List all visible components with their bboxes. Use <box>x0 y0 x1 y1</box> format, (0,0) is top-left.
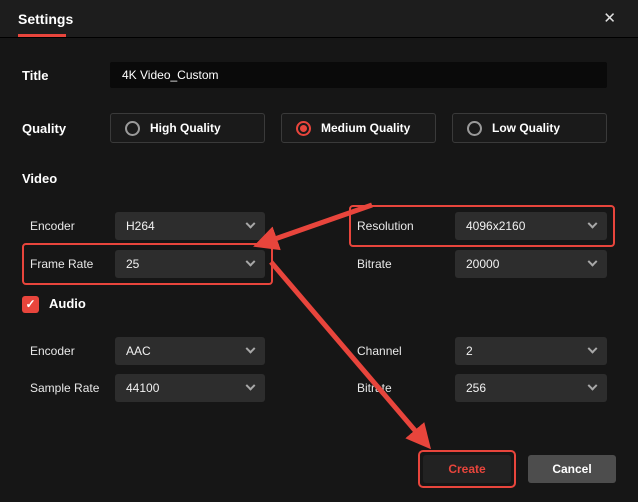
chevron-down-icon <box>587 343 598 354</box>
audio-bitrate-field: Bitrate 256 <box>357 374 607 402</box>
chevron-down-icon <box>245 218 256 229</box>
sample-rate-select[interactable]: 44100 <box>115 374 265 402</box>
audio-section-label: Audio <box>49 296 86 311</box>
create-button-highlight: Create <box>418 450 516 488</box>
create-button[interactable]: Create <box>423 455 511 483</box>
radio-selected-icon <box>296 120 311 136</box>
chevron-down-icon <box>245 343 256 354</box>
titlebar: Settings ✕ <box>0 0 638 38</box>
audio-section-row: ✓ Audio <box>0 295 638 313</box>
channel-select[interactable]: 2 <box>455 337 607 365</box>
audio-checkbox[interactable]: ✓ <box>22 295 39 313</box>
video-bitrate-value: 20000 <box>466 257 500 271</box>
video-encoder-label: Encoder <box>30 219 75 233</box>
title-field-label: Title <box>22 67 49 83</box>
close-icon[interactable]: ✕ <box>599 7 620 30</box>
audio-encoder-value: AAC <box>126 344 151 358</box>
title-input[interactable] <box>110 62 607 88</box>
audio-encoder-select[interactable]: AAC <box>115 337 265 365</box>
radio-label: High Quality <box>150 121 221 135</box>
radio-icon <box>125 120 140 136</box>
chevron-down-icon <box>245 256 256 267</box>
radio-high-quality[interactable]: High Quality <box>110 113 265 143</box>
audio-encoder-field: Encoder AAC <box>30 337 265 365</box>
audio-row-2: Sample Rate 44100 Bitrate 256 <box>0 374 638 402</box>
video-section-label: Video <box>22 171 58 186</box>
audio-encoder-label: Encoder <box>30 344 75 358</box>
resolution-label: Resolution <box>357 219 414 233</box>
resolution-field-highlighted: Resolution 4096x2160 <box>349 205 615 247</box>
frame-rate-select[interactable]: 25 <box>115 250 265 278</box>
frame-rate-value: 25 <box>126 257 140 271</box>
channel-field: Channel 2 <box>357 337 607 365</box>
cancel-button[interactable]: Cancel <box>528 455 616 483</box>
chevron-down-icon <box>245 380 256 391</box>
video-row-1: Encoder H264 Resolution 4096x2160 <box>0 205 638 247</box>
video-encoder-value: H264 <box>126 219 155 233</box>
video-bitrate-select[interactable]: 20000 <box>455 250 607 278</box>
settings-dialog: Settings ✕ Title Quality High Quality Me… <box>0 0 638 502</box>
video-encoder-select[interactable]: H264 <box>115 212 265 240</box>
channel-value: 2 <box>466 344 473 358</box>
check-icon: ✓ <box>25 296 36 311</box>
quality-label: Quality <box>22 120 67 136</box>
sample-rate-label: Sample Rate <box>30 381 100 395</box>
title-field-row: Title <box>0 62 638 88</box>
sample-rate-field: Sample Rate 44100 <box>30 374 265 402</box>
video-row-2: Frame Rate 25 Bitrate 20000 <box>0 243 638 285</box>
chevron-down-icon <box>587 380 598 391</box>
frame-rate-label: Frame Rate <box>30 257 94 271</box>
radio-label: Medium Quality <box>321 121 411 135</box>
audio-bitrate-label: Bitrate <box>357 381 392 395</box>
resolution-value: 4096x2160 <box>466 219 526 233</box>
footer-actions: Create Cancel <box>418 450 616 488</box>
quality-row: Quality High Quality Medium Quality Low … <box>0 113 638 143</box>
title-accent-underline <box>18 34 66 37</box>
radio-medium-quality[interactable]: Medium Quality <box>281 113 436 143</box>
audio-bitrate-select[interactable]: 256 <box>455 374 607 402</box>
video-encoder-field: Encoder H264 <box>30 212 265 240</box>
audio-bitrate-value: 256 <box>466 381 487 395</box>
chevron-down-icon <box>587 218 598 229</box>
video-bitrate-label: Bitrate <box>357 257 392 271</box>
dialog-title: Settings <box>18 10 74 27</box>
radio-label: Low Quality <box>492 121 561 135</box>
channel-label: Channel <box>357 344 402 358</box>
quality-options: High Quality Medium Quality Low Quality <box>110 113 607 143</box>
sample-rate-value: 44100 <box>126 381 160 395</box>
video-bitrate-field: Bitrate 20000 <box>357 250 607 278</box>
chevron-down-icon <box>587 256 598 267</box>
frame-rate-field-highlighted: Frame Rate 25 <box>22 243 273 285</box>
audio-row-1: Encoder AAC Channel 2 <box>0 337 638 365</box>
resolution-select[interactable]: 4096x2160 <box>455 212 607 240</box>
radio-icon <box>467 120 482 136</box>
radio-low-quality[interactable]: Low Quality <box>452 113 607 143</box>
